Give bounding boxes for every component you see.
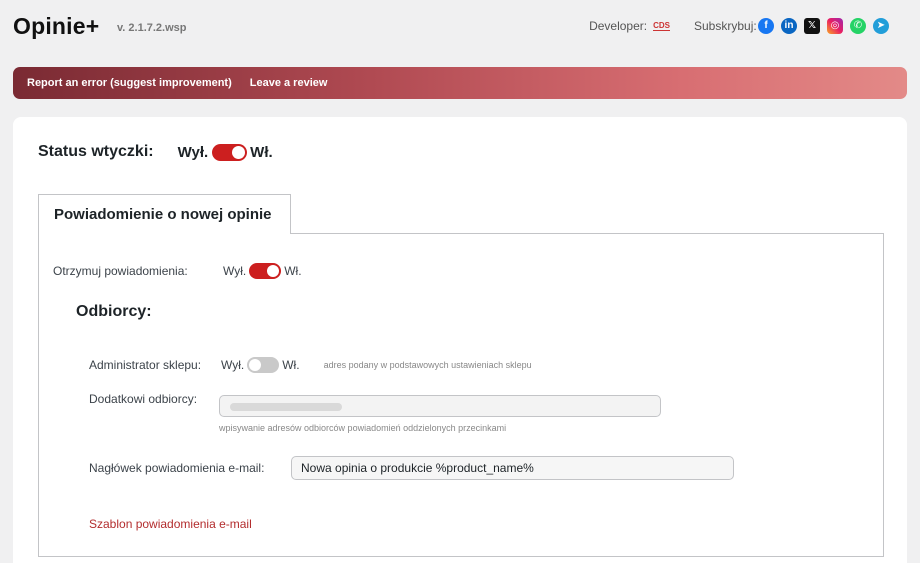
top-bar: Opinie+ v. 2.1.7.2.wsp Developer: CDS Su…: [0, 0, 920, 56]
notifications-row: Otrzymuj powiadomienia: Wył. Wł.: [53, 263, 302, 279]
tab-content: Otrzymuj powiadomienia: Wył. Wł. Odbiorc…: [38, 233, 884, 557]
app-logo: Opinie+: [13, 13, 100, 39]
admin-off-label: Wył.: [221, 358, 245, 372]
redacted-value: [230, 403, 342, 411]
developer-label: Developer:: [589, 19, 648, 33]
admin-row: Administrator sklepu: Wył. Wł. adres pod…: [89, 357, 532, 373]
recipients-heading: Odbiorcy:: [76, 303, 152, 320]
toggle-knob: [249, 359, 262, 371]
notifications-label: Otrzymuj powiadomienia:: [53, 264, 188, 278]
developer-logo[interactable]: CDS: [653, 21, 670, 31]
plugin-status-off-label: Wył.: [177, 143, 209, 161]
tab-new-review-notification[interactable]: Powiadomienie o nowej opinie: [38, 194, 291, 234]
linkedin-icon[interactable]: in: [781, 18, 797, 34]
leave-review-link[interactable]: Leave a review: [250, 77, 328, 89]
instagram-icon[interactable]: ◎: [827, 18, 843, 34]
email-header-label: Nagłówek powiadomienia e-mail:: [89, 461, 265, 475]
extra-recipients-hint: wpisywanie adresów odbiorców powiadomień…: [219, 423, 507, 433]
version-label: v. 2.1.7.2.wsp: [117, 22, 187, 34]
admin-hint: adres podany w podstawowych ustawieniach…: [323, 360, 532, 370]
social-links: f in 𝕏 ◎ ✆ ➤: [758, 18, 889, 34]
notifications-off-label: Wył.: [223, 264, 247, 278]
admin-toggle[interactable]: [247, 357, 280, 373]
developer-info: Developer: CDS: [589, 19, 670, 33]
plugin-status-toggle[interactable]: [212, 143, 248, 161]
action-banner: Report an error (suggest improvement) Le…: [13, 67, 907, 99]
extra-recipients-input[interactable]: [219, 395, 661, 417]
x-icon[interactable]: 𝕏: [804, 18, 820, 34]
facebook-icon[interactable]: f: [758, 18, 774, 34]
toggle-knob: [232, 145, 246, 159]
email-header-input[interactable]: [291, 456, 734, 480]
plugin-status-row: Status wtyczki: Wył. Wł.: [38, 143, 273, 161]
notifications-on-label: Wł.: [284, 264, 302, 278]
report-error-link[interactable]: Report an error (suggest improvement): [27, 77, 232, 89]
admin-on-label: Wł.: [282, 358, 300, 372]
notifications-toggle[interactable]: [249, 263, 282, 279]
email-header-row: Nagłówek powiadomienia e-mail:: [89, 461, 264, 475]
admin-label: Administrator sklepu:: [89, 358, 202, 372]
email-template-link[interactable]: Szablon powiadomienia e-mail: [89, 517, 252, 531]
plugin-status-label: Status wtyczki:: [38, 143, 154, 160]
settings-panel: Status wtyczki: Wył. Wł. Powiadomienie o…: [13, 117, 907, 563]
plugin-status-on-label: Wł.: [250, 143, 273, 161]
whatsapp-icon[interactable]: ✆: [850, 18, 866, 34]
extra-recipients-hint-row: wpisywanie adresów odbiorców powiadomień…: [219, 423, 506, 433]
extra-recipients-label: Dodatkowi odbiorcy:: [89, 392, 198, 406]
subscribe-label: Subskrybuj:: [694, 19, 757, 33]
telegram-icon[interactable]: ➤: [873, 18, 889, 34]
toggle-knob: [267, 265, 280, 277]
extra-recipients-row: Dodatkowi odbiorcy:: [89, 392, 197, 406]
